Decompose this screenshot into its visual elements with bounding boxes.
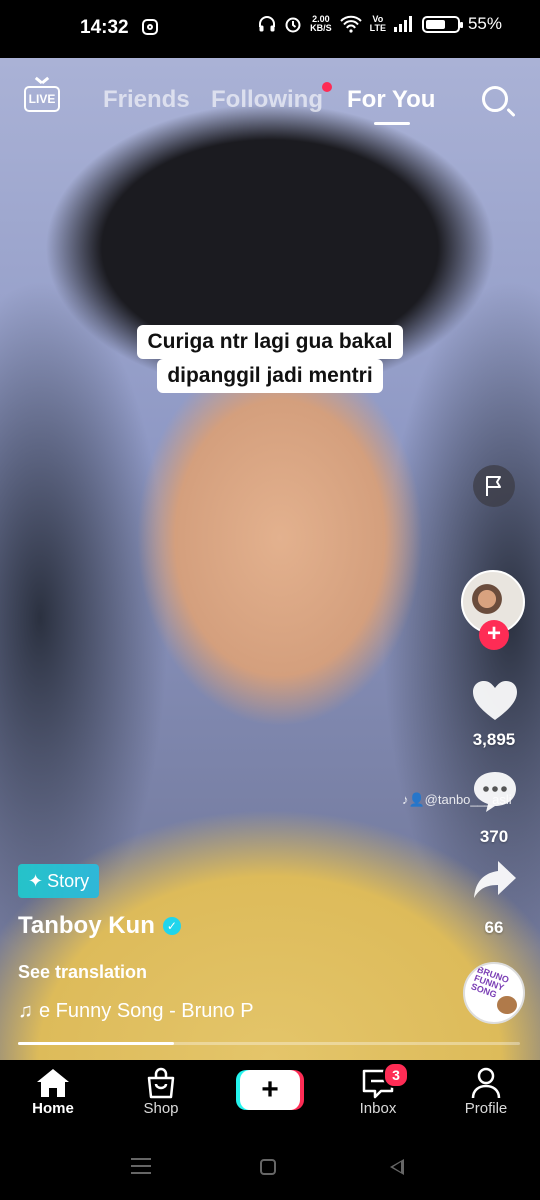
- back-triangle-icon[interactable]: [390, 1159, 404, 1175]
- following-notification-dot: [322, 82, 332, 92]
- nav-shop-label: Shop: [143, 1100, 179, 1117]
- inbox-badge: 3: [383, 1062, 409, 1088]
- video-progress-bar[interactable]: [18, 1042, 520, 1045]
- verified-check-icon: ✓: [162, 917, 181, 935]
- live-icon-label: LIVE: [28, 92, 56, 106]
- speed-unit: KB/S: [310, 23, 332, 33]
- music-note-icon: ♫: [18, 1000, 33, 1022]
- music-disc[interactable]: BRUNO FUNNY SONG: [463, 962, 525, 1024]
- nav-profile-label: Profile: [464, 1100, 508, 1117]
- nav-shop[interactable]: Shop: [116, 1066, 206, 1117]
- recent-apps-icon[interactable]: [131, 1158, 151, 1179]
- comment-button[interactable]: [472, 770, 518, 819]
- create-post-button[interactable]: +: [236, 1070, 304, 1110]
- volte-bottom: LTE: [369, 23, 386, 33]
- caption-line-1: Curiga ntr lagi gua bakal: [137, 325, 403, 359]
- status-bar: 14:32 2.00 KB/S Vo LTE 55%: [0, 0, 540, 58]
- home-icon: [37, 1069, 69, 1097]
- nav-home-label: Home: [32, 1100, 74, 1117]
- creator-username[interactable]: Tanboy Kun ✓: [18, 912, 181, 940]
- nav-inbox[interactable]: Inbox: [333, 1066, 423, 1117]
- nav-profile[interactable]: Profile: [441, 1066, 531, 1117]
- tiktok-app-screen: 14:32 2.00 KB/S Vo LTE 55% LIVE Friends …: [0, 0, 540, 1200]
- plus-icon: +: [240, 1070, 300, 1110]
- top-nav: LIVE Friends Following For You: [0, 58, 540, 144]
- instagram-icon: [142, 19, 158, 35]
- status-icons: 2.00 KB/S Vo LTE 55%: [258, 14, 502, 34]
- system-nav-bar: [0, 1132, 540, 1200]
- caption-line-2: dipanggil jadi mentri: [157, 359, 383, 393]
- share-count: 66: [484, 918, 504, 937]
- report-button[interactable]: [473, 465, 515, 507]
- see-translation-link[interactable]: See translation: [18, 962, 147, 983]
- bottom-nav: Home Shop + Inbox 3 Profile: [0, 1060, 540, 1132]
- story-label: Story: [47, 870, 90, 891]
- volte-indicator: Vo LTE: [370, 15, 386, 33]
- story-badge[interactable]: ✦ Story: [18, 864, 100, 898]
- comment-icon: [474, 772, 516, 812]
- speed-indicator: 2.00 KB/S: [310, 15, 332, 33]
- music-title: e Funny Song - Bruno P: [39, 1000, 254, 1022]
- video-progress-fill: [18, 1042, 174, 1045]
- shopping-bag-icon: [147, 1067, 175, 1099]
- home-square-icon[interactable]: [260, 1159, 276, 1175]
- follow-button[interactable]: +: [479, 620, 509, 650]
- active-tab-indicator: [374, 122, 410, 125]
- alarm-icon: [285, 17, 301, 33]
- battery-icon: [421, 15, 463, 33]
- username-text: Tanboy Kun: [18, 912, 155, 939]
- share-arrow-icon: [474, 861, 516, 898]
- video-caption: Curiga ntr lagi gua bakal dipanggil jadi…: [115, 325, 425, 393]
- signal-icon: [393, 16, 412, 32]
- status-time: 14:32: [80, 17, 129, 38]
- share-button[interactable]: [472, 858, 518, 907]
- tab-following[interactable]: Following: [211, 86, 323, 114]
- tab-friends[interactable]: Friends: [103, 86, 190, 114]
- music-ticker[interactable]: ♫ e Funny Song - Bruno P: [18, 1000, 254, 1023]
- flag-icon: [486, 476, 501, 496]
- battery-percent: 55%: [467, 14, 502, 33]
- heart-icon: [473, 681, 517, 720]
- headphones-icon: [259, 16, 276, 32]
- search-icon[interactable]: [482, 86, 508, 112]
- tab-for-you[interactable]: For You: [347, 86, 435, 114]
- nav-inbox-label: Inbox: [359, 1100, 397, 1117]
- sparkle-icon: ✦: [28, 870, 44, 891]
- bear-sticker-icon: [497, 996, 517, 1014]
- like-count: 3,895: [472, 730, 516, 749]
- comment-count: 370: [479, 827, 509, 846]
- wifi-icon: [339, 15, 362, 33]
- video-player[interactable]: [0, 58, 540, 1060]
- like-button[interactable]: [472, 680, 518, 727]
- nav-home[interactable]: Home: [8, 1066, 98, 1117]
- live-button[interactable]: LIVE: [24, 86, 60, 112]
- person-icon: [471, 1067, 501, 1099]
